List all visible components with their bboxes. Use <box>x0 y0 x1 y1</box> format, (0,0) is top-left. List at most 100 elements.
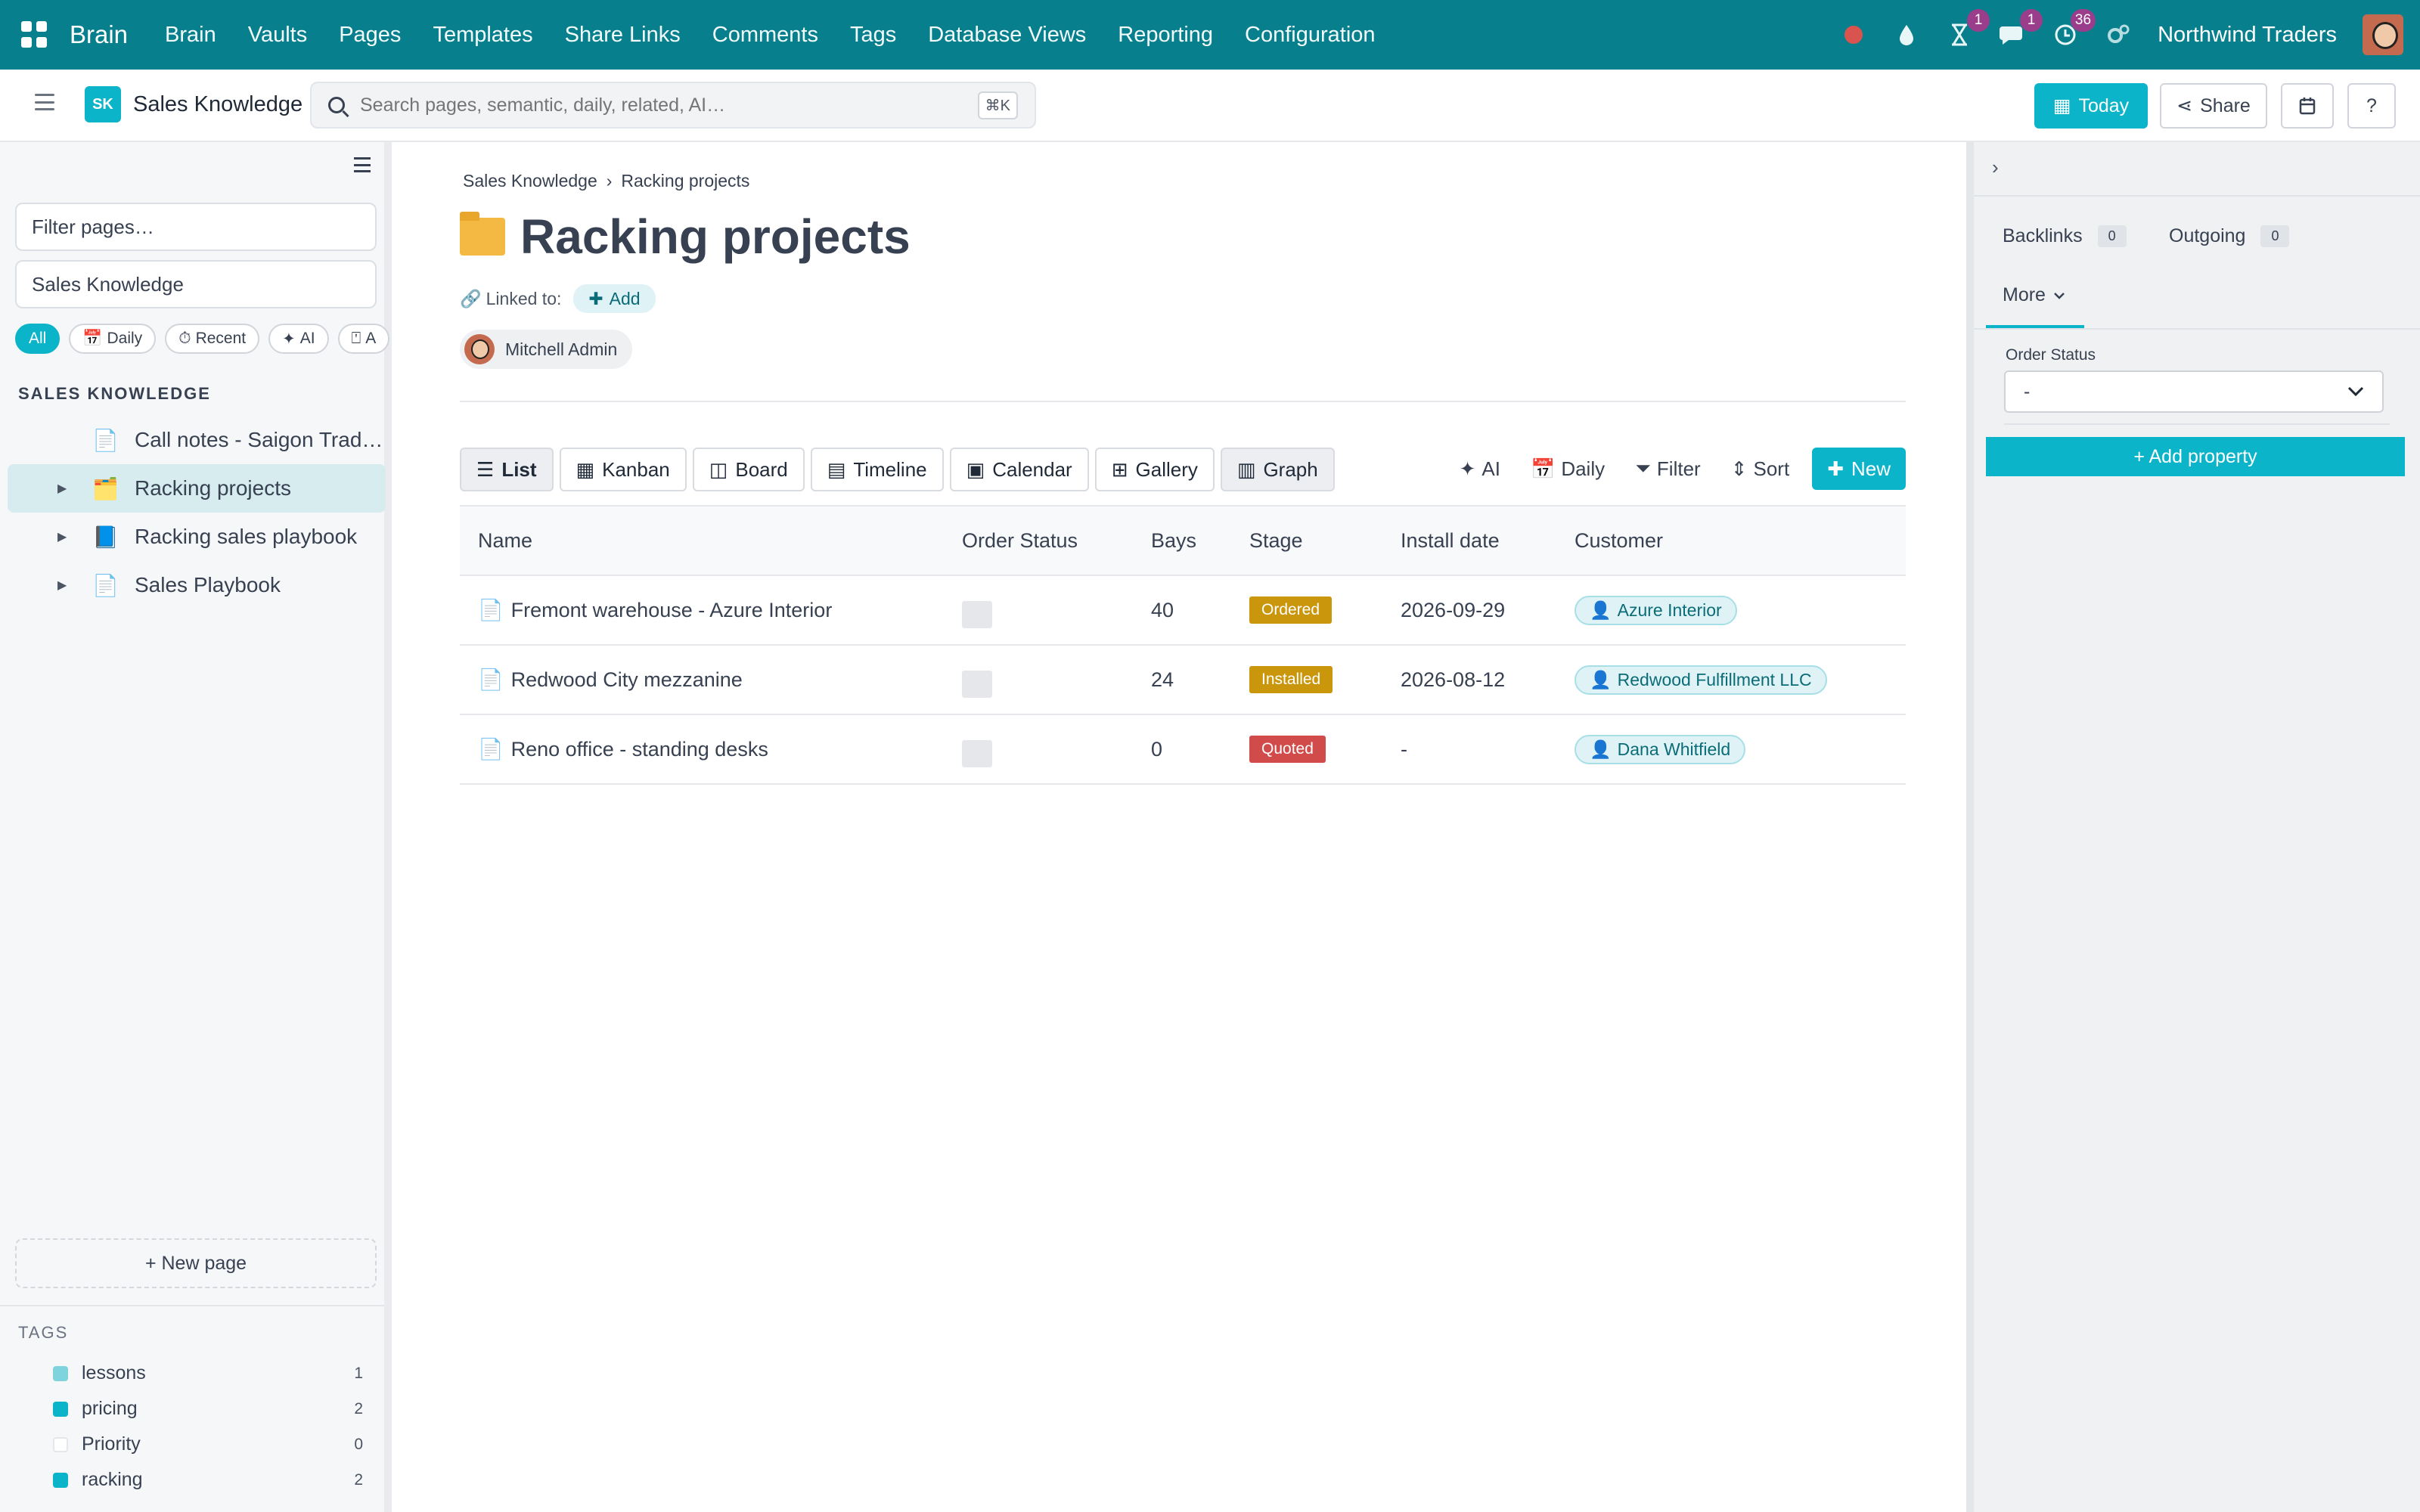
filter-button[interactable]: ⏷ Filter <box>1635 457 1701 481</box>
tab-outgoing[interactable]: Outgoing 0 <box>2169 225 2290 247</box>
customer-tag[interactable]: 👤 Dana Whitfield <box>1575 734 1746 764</box>
expand-caret-icon[interactable]: ▶ <box>57 578 70 593</box>
folder-icon[interactable] <box>460 212 505 256</box>
tree-item-sales-playbook[interactable]: ▶ 📄 Sales Playbook <box>8 561 386 609</box>
cell-order-status[interactable]: - <box>944 575 1133 646</box>
search-bar[interactable]: ⌘K <box>310 82 1036 129</box>
expand-caret-icon[interactable]: ▶ <box>57 529 70 544</box>
tab-backlinks[interactable]: Backlinks 0 <box>2003 225 2127 247</box>
nav-item-vaults[interactable]: Vaults <box>248 23 307 48</box>
new-page-button[interactable]: + New page <box>15 1238 377 1288</box>
customer-tag[interactable]: 👤 Azure Interior <box>1575 595 1737 625</box>
column-header-stage[interactable]: Stage <box>1231 505 1382 576</box>
view-tab-list[interactable]: ☰ List <box>460 448 554 491</box>
company-switcher[interactable]: Northwind Traders <box>2158 23 2337 48</box>
column-header-name[interactable]: Name <box>460 505 944 576</box>
cell-stage[interactable]: Ordered <box>1231 575 1382 646</box>
nav-item-reporting[interactable]: Reporting <box>1118 23 1213 48</box>
nav-item-brain[interactable]: Brain <box>165 23 216 48</box>
panel-collapse-chevron-icon[interactable]: › <box>1992 156 1999 179</box>
chip-a[interactable]: ⍞ A <box>337 324 390 354</box>
user-avatar[interactable] <box>2363 14 2403 55</box>
filter-pages-input[interactable]: Filter pages… <box>15 203 377 251</box>
help-button[interactable]: ? <box>2347 83 2396 129</box>
table-row[interactable]: 📄 Reno office - standing desks - 0 Quoted… <box>460 714 1906 785</box>
sort-button[interactable]: ⇕ Sort <box>1731 457 1789 481</box>
view-tab-board[interactable]: ◫ Board <box>692 448 805 491</box>
nav-item-tags[interactable]: Tags <box>850 23 896 48</box>
cell-customer[interactable]: 👤 Azure Interior <box>1556 575 1906 646</box>
settings-gears-icon[interactable] <box>2105 21 2132 48</box>
column-header-install-date[interactable]: Install date <box>1382 505 1556 576</box>
vault-select[interactable]: Sales Knowledge <box>15 260 377 308</box>
daily-tool-button[interactable]: 📅 Daily <box>1531 457 1605 481</box>
calendar-button[interactable] <box>2281 83 2334 129</box>
tree-item-racking-sales-playbook[interactable]: ▶ 📘 Racking sales playbook <box>8 513 386 561</box>
column-header-customer[interactable]: Customer <box>1556 505 1906 576</box>
tag-item-lessons[interactable]: lessons 1 <box>53 1362 363 1384</box>
cell-order-status[interactable]: - <box>944 714 1133 785</box>
chat-icon[interactable]: 1 <box>1999 9 2043 48</box>
clock-icon[interactable]: 36 <box>2052 9 2096 48</box>
cell-bays[interactable]: 0 <box>1133 714 1231 785</box>
owner-pill[interactable]: Mitchell Admin <box>460 330 633 369</box>
table-row[interactable]: 📄 Fremont warehouse - Azure Interior - 40… <box>460 575 1906 646</box>
tree-item-call-notes[interactable]: 📄 Call notes - Saigon Tradi… <box>8 416 386 464</box>
activity-icon[interactable]: 1 <box>1946 9 1990 48</box>
sidebar-collapse-icon[interactable] <box>354 157 371 172</box>
cell-name[interactable]: 📄 Reno office - standing desks <box>460 714 944 785</box>
cell-name[interactable]: 📄 Redwood City mezzanine <box>460 645 944 715</box>
tag-item-priority[interactable]: Priority 0 <box>53 1433 363 1455</box>
breadcrumb-vault[interactable]: Sales Knowledge <box>463 171 597 191</box>
view-tab-gallery[interactable]: ⊞ Gallery <box>1094 448 1215 491</box>
vault-title[interactable]: Sales Knowledge <box>133 92 302 117</box>
view-tab-calendar[interactable]: ▣ Calendar <box>949 448 1089 491</box>
column-header-order-status[interactable]: Order Status <box>944 505 1133 576</box>
cell-name[interactable]: 📄 Fremont warehouse - Azure Interior <box>460 575 944 646</box>
apps-grid-icon[interactable] <box>21 21 48 48</box>
tag-item-racking[interactable]: racking 2 <box>53 1469 363 1491</box>
cell-install-date[interactable]: 2026-08-12 <box>1382 645 1556 715</box>
brand-name[interactable]: Brain <box>70 20 128 49</box>
cell-order-status[interactable]: - <box>944 645 1133 715</box>
search-input[interactable] <box>360 94 950 116</box>
expand-caret-icon[interactable]: ▶ <box>57 481 70 496</box>
tab-more[interactable]: More <box>2003 284 2065 306</box>
ai-tool-button[interactable]: ✦ AI <box>1460 457 1500 481</box>
chip-recent[interactable]: ⏱ Recent <box>165 324 260 354</box>
cell-customer[interactable]: 👤 Redwood Fulfillment LLC <box>1556 645 1906 715</box>
column-header-bays[interactable]: Bays <box>1133 505 1231 576</box>
cell-bays[interactable]: 24 <box>1133 645 1231 715</box>
add-property-button[interactable]: + Add property <box>1986 437 2405 476</box>
cell-customer[interactable]: 👤 Dana Whitfield <box>1556 714 1906 785</box>
customer-tag[interactable]: 👤 Redwood Fulfillment LLC <box>1575 665 1827 695</box>
chip-ai[interactable]: ✦ AI <box>268 324 329 354</box>
nav-item-database-views[interactable]: Database Views <box>928 23 1086 48</box>
menu-toggle-icon[interactable] <box>35 94 54 110</box>
record-icon[interactable] <box>1840 21 1867 48</box>
tag-item-pricing[interactable]: pricing 2 <box>53 1398 363 1420</box>
cell-bays[interactable]: 40 <box>1133 575 1231 646</box>
page-title[interactable]: Racking projects <box>520 209 911 265</box>
cell-stage[interactable]: Quoted <box>1231 714 1382 785</box>
add-link-button[interactable]: ✚ Add <box>573 284 656 313</box>
nav-item-pages[interactable]: Pages <box>339 23 401 48</box>
new-record-button[interactable]: ✚ New <box>1812 448 1906 490</box>
view-tab-kanban[interactable]: ▦ Kanban <box>559 448 687 491</box>
today-button[interactable]: ▦ Today <box>2034 83 2148 129</box>
order-status-select[interactable]: - <box>2004 370 2384 413</box>
table-row[interactable]: 📄 Redwood City mezzanine - 24 Installed 2… <box>460 645 1906 715</box>
chip-all[interactable]: All <box>15 324 60 354</box>
cell-install-date[interactable]: 2026-09-29 <box>1382 575 1556 646</box>
chip-daily[interactable]: 📅 Daily <box>69 324 157 354</box>
tree-item-racking-projects[interactable]: ▶ 🗂️ Racking projects <box>8 464 386 513</box>
share-button[interactable]: ⋖ Share <box>2160 83 2267 129</box>
nav-item-share-links[interactable]: Share Links <box>565 23 681 48</box>
cell-stage[interactable]: Installed <box>1231 645 1382 715</box>
nav-item-comments[interactable]: Comments <box>712 23 818 48</box>
view-tab-graph[interactable]: ▥ Graph <box>1220 448 1335 491</box>
cell-install-date[interactable]: - <box>1382 714 1556 785</box>
view-tab-timeline[interactable]: ▤ Timeline <box>810 448 944 491</box>
droplet-icon[interactable] <box>1893 21 1920 48</box>
nav-item-configuration[interactable]: Configuration <box>1245 23 1376 48</box>
